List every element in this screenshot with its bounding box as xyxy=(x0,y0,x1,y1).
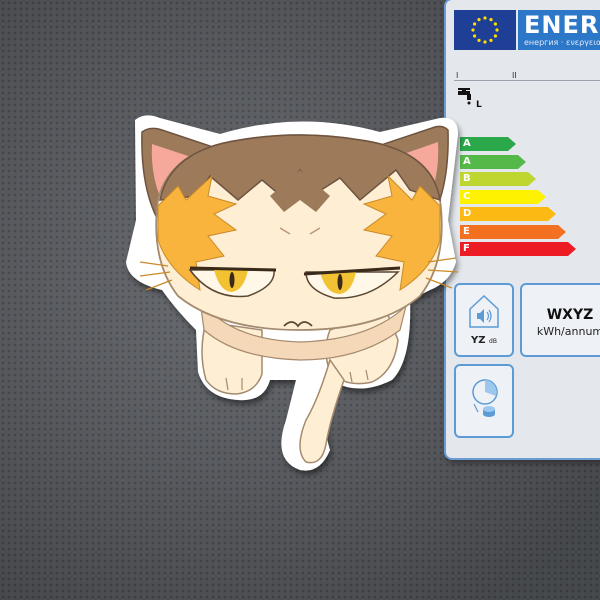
cat-sticker xyxy=(126,115,459,471)
